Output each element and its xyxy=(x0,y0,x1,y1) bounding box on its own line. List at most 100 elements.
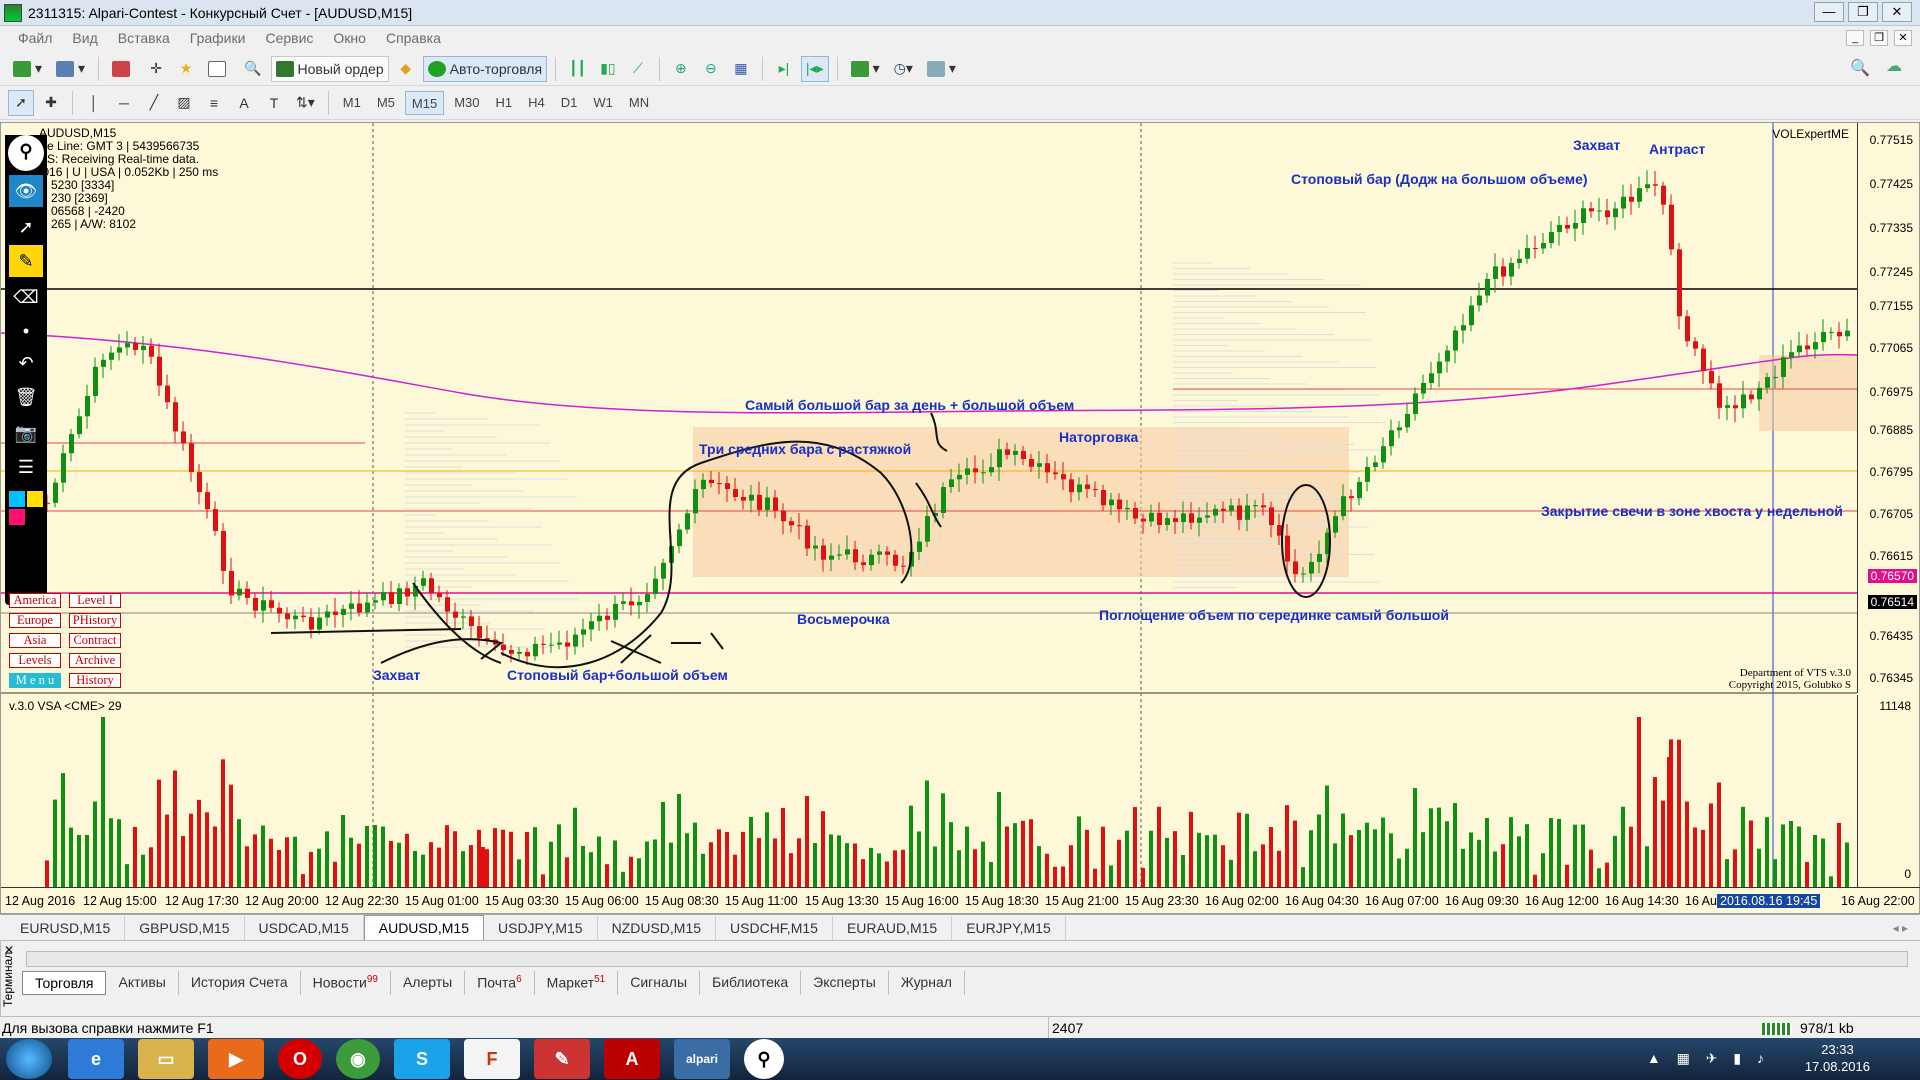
menu-tools[interactable]: Сервис xyxy=(255,30,323,46)
cursor-tool-button[interactable]: ➚ xyxy=(8,89,34,116)
terminal-tab[interactable]: Библиотека xyxy=(700,971,802,995)
color-swatch-cyan[interactable] xyxy=(9,491,25,507)
start-button[interactable] xyxy=(6,1039,52,1079)
tf-m15[interactable]: M15 xyxy=(404,90,445,115)
chart-window[interactable]: AUDUSD,M15 e Line: GMT 3 | 5439566735 S:… xyxy=(0,122,1920,914)
menu-file[interactable]: Файл xyxy=(8,30,62,46)
tab-gbpusd[interactable]: GBPUSD,M15 xyxy=(125,916,245,940)
opera-icon[interactable]: O xyxy=(278,1039,322,1079)
terminal-tab[interactable]: Активы xyxy=(106,971,179,995)
arrows-button[interactable]: ⇅ ▾ xyxy=(291,90,320,116)
mdi-restore-button[interactable]: ❐ xyxy=(1870,30,1888,46)
templates-button[interactable]: ▾ xyxy=(922,56,961,82)
periods-button[interactable]: ◷ ▾ xyxy=(889,56,918,82)
tf-d1[interactable]: D1 xyxy=(555,91,584,115)
minimize-button[interactable]: — xyxy=(1814,2,1844,22)
restore-button[interactable]: ❐ xyxy=(1848,2,1878,22)
menu-window[interactable]: Окно xyxy=(323,30,376,46)
terminal-tab[interactable]: Алерты xyxy=(391,971,466,995)
zoom-in-button[interactable]: ⊕ xyxy=(668,56,694,82)
tab-usdcad[interactable]: USDCAD,M15 xyxy=(245,916,364,940)
tab-usdchf[interactable]: USDCHF,M15 xyxy=(716,916,833,940)
archive-button[interactable]: Archive xyxy=(69,653,121,668)
history-button[interactable]: History xyxy=(69,673,121,688)
chrome-icon[interactable]: ◉ xyxy=(336,1039,380,1079)
undo-icon[interactable]: ↶ xyxy=(9,347,43,379)
search-icon[interactable]: 🔍 xyxy=(1850,58,1870,78)
ie-icon[interactable]: e xyxy=(68,1039,124,1079)
new-order-button[interactable]: Новый ордер xyxy=(270,55,389,82)
time-axis[interactable]: 12 Aug 2016 12 Aug 15:00 12 Aug 17:30 12 Au… xyxy=(1,887,1920,913)
session-america-button[interactable]: America xyxy=(9,593,61,608)
tf-m30[interactable]: M30 xyxy=(448,91,485,115)
terminal-tab[interactable]: Сигналы xyxy=(618,971,701,995)
pointer-icon[interactable]: ➚ xyxy=(9,211,43,243)
indicators-button[interactable]: ▾ xyxy=(846,56,885,82)
menu-button[interactable]: M e n u xyxy=(9,673,61,688)
vertical-line-button[interactable]: │ xyxy=(81,90,107,116)
tile-windows-button[interactable]: ▦ xyxy=(728,56,754,82)
terminal-close-icon[interactable]: ✕ xyxy=(4,943,14,957)
menu-insert[interactable]: Вставка xyxy=(108,30,180,46)
chart-shift-button[interactable]: |◂▸ xyxy=(800,55,829,82)
market-watch-button[interactable] xyxy=(107,56,139,82)
pencil-icon[interactable]: ✎ xyxy=(9,245,43,277)
line-chart-button[interactable]: ⟋ xyxy=(625,56,651,82)
color-swatch-pink[interactable] xyxy=(9,509,25,525)
strategy-tester-button[interactable]: 🔍 xyxy=(239,56,266,82)
candle-chart-button[interactable]: ▮▯ xyxy=(595,56,621,82)
tab-scroll-arrows[interactable]: ◂ ▸ xyxy=(1893,921,1908,935)
acrobat-icon[interactable]: A xyxy=(604,1039,660,1079)
skype-icon[interactable]: S xyxy=(394,1039,450,1079)
taskbar-clock[interactable]: 23:33 17.08.2016 xyxy=(1805,1041,1870,1075)
contract-button[interactable]: Contract xyxy=(69,633,121,648)
tab-eurjpy[interactable]: EURJPY,M15 xyxy=(952,916,1066,940)
text-tool-button[interactable]: A xyxy=(231,90,257,116)
color-swatch-yellow[interactable] xyxy=(27,491,43,507)
crosshair-tool-button[interactable]: ✚ xyxy=(38,90,64,116)
tab-eurusd[interactable]: EURUSD,M15 xyxy=(6,916,126,940)
channel-button[interactable]: ▨ xyxy=(171,90,197,116)
session-asia-button[interactable]: Asia xyxy=(9,633,61,648)
auto-scroll-button[interactable]: ▸| xyxy=(771,56,797,82)
eraser-icon[interactable]: ⌫ xyxy=(9,281,43,313)
terminal-tab[interactable]: Журнал xyxy=(889,971,965,995)
menu-view[interactable]: Вид xyxy=(62,30,107,46)
horizontal-line-button[interactable]: ─ xyxy=(111,90,137,116)
zoom-out-button[interactable]: ⊖ xyxy=(698,56,724,82)
tab-nzdusd[interactable]: NZDUSD,M15 xyxy=(598,916,717,940)
profiles-button[interactable]: ▾ xyxy=(51,56,90,82)
session-europe-button[interactable]: Europe xyxy=(9,613,61,628)
level1-button[interactable]: Level I xyxy=(69,593,121,608)
menu-help[interactable]: Справка xyxy=(376,30,451,46)
price-axis[interactable]: 0.77515 0.77425 0.77335 0.77245 0.77155 … xyxy=(1857,123,1919,693)
data-window-button[interactable] xyxy=(203,56,235,82)
terminal-tab[interactable]: Маркет51 xyxy=(535,971,619,995)
navigator-button[interactable]: ✛ xyxy=(143,56,169,82)
camera-icon[interactable]: 📷 xyxy=(9,417,43,449)
paint-icon[interactable]: ✎ xyxy=(534,1039,590,1079)
eye-icon[interactable]: 👁 xyxy=(9,175,43,207)
list-icon[interactable]: ☰ xyxy=(9,451,43,483)
trendline-button[interactable]: ╱ xyxy=(141,90,167,116)
menu-charts[interactable]: Графики xyxy=(180,30,256,46)
logo-keyhole-icon[interactable]: ⚲ xyxy=(8,135,44,171)
tf-m5[interactable]: M5 xyxy=(371,91,401,115)
color-swatch-black[interactable] xyxy=(27,509,43,525)
trash-icon[interactable]: 🗑 xyxy=(9,381,43,413)
tf-h4[interactable]: H4 xyxy=(522,91,551,115)
dot-icon[interactable]: • xyxy=(9,315,43,347)
fibo-button[interactable]: ≡ xyxy=(201,90,227,116)
keyhole-app-icon[interactable]: ⚲ xyxy=(744,1039,784,1079)
terminal-tab[interactable]: История Счета xyxy=(179,971,301,995)
tab-audusd[interactable]: AUDUSD,M15 xyxy=(363,915,484,940)
explorer-icon[interactable]: ▭ xyxy=(138,1039,194,1079)
terminal-scrollbar[interactable] xyxy=(26,951,1908,967)
terminal-tab[interactable]: Новости99 xyxy=(301,971,391,995)
label-tool-button[interactable]: T xyxy=(261,90,287,116)
media-player-icon[interactable]: ▶ xyxy=(208,1039,264,1079)
tab-euraud[interactable]: EURAUD,M15 xyxy=(833,916,953,940)
forex-app-icon[interactable]: F xyxy=(464,1039,520,1079)
mdi-minimize-button[interactable]: _ xyxy=(1846,30,1864,46)
close-button[interactable]: ✕ xyxy=(1882,2,1912,22)
